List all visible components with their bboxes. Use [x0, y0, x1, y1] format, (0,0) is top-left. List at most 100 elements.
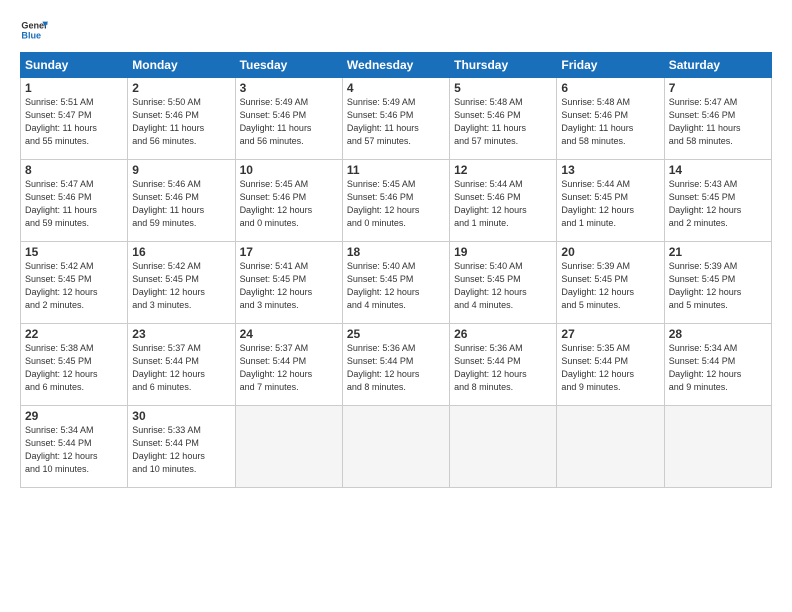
day-cell: 27Sunrise: 5:35 AM Sunset: 5:44 PM Dayli…	[557, 324, 664, 406]
day-info: Sunrise: 5:35 AM Sunset: 5:44 PM Dayligh…	[561, 342, 659, 394]
day-number: 26	[454, 327, 552, 341]
day-info: Sunrise: 5:39 AM Sunset: 5:45 PM Dayligh…	[561, 260, 659, 312]
day-info: Sunrise: 5:38 AM Sunset: 5:45 PM Dayligh…	[25, 342, 123, 394]
day-info: Sunrise: 5:37 AM Sunset: 5:44 PM Dayligh…	[240, 342, 338, 394]
day-number: 14	[669, 163, 767, 177]
day-info: Sunrise: 5:46 AM Sunset: 5:46 PM Dayligh…	[132, 178, 230, 230]
day-number: 6	[561, 81, 659, 95]
day-cell: 13Sunrise: 5:44 AM Sunset: 5:45 PM Dayli…	[557, 160, 664, 242]
day-number: 8	[25, 163, 123, 177]
day-info: Sunrise: 5:47 AM Sunset: 5:46 PM Dayligh…	[669, 96, 767, 148]
header: General Blue	[20, 16, 772, 44]
day-cell: 14Sunrise: 5:43 AM Sunset: 5:45 PM Dayli…	[664, 160, 771, 242]
day-number: 30	[132, 409, 230, 423]
day-cell: 28Sunrise: 5:34 AM Sunset: 5:44 PM Dayli…	[664, 324, 771, 406]
col-header-monday: Monday	[128, 53, 235, 78]
day-cell: 29Sunrise: 5:34 AM Sunset: 5:44 PM Dayli…	[21, 406, 128, 488]
day-info: Sunrise: 5:42 AM Sunset: 5:45 PM Dayligh…	[132, 260, 230, 312]
day-info: Sunrise: 5:45 AM Sunset: 5:46 PM Dayligh…	[347, 178, 445, 230]
col-header-wednesday: Wednesday	[342, 53, 449, 78]
day-cell: 9Sunrise: 5:46 AM Sunset: 5:46 PM Daylig…	[128, 160, 235, 242]
day-number: 17	[240, 245, 338, 259]
day-cell: 11Sunrise: 5:45 AM Sunset: 5:46 PM Dayli…	[342, 160, 449, 242]
day-number: 10	[240, 163, 338, 177]
day-cell: 3Sunrise: 5:49 AM Sunset: 5:46 PM Daylig…	[235, 78, 342, 160]
day-number: 12	[454, 163, 552, 177]
day-info: Sunrise: 5:36 AM Sunset: 5:44 PM Dayligh…	[347, 342, 445, 394]
day-cell: 23Sunrise: 5:37 AM Sunset: 5:44 PM Dayli…	[128, 324, 235, 406]
day-number: 25	[347, 327, 445, 341]
day-info: Sunrise: 5:49 AM Sunset: 5:46 PM Dayligh…	[347, 96, 445, 148]
week-row-4: 29Sunrise: 5:34 AM Sunset: 5:44 PM Dayli…	[21, 406, 772, 488]
day-number: 23	[132, 327, 230, 341]
day-number: 20	[561, 245, 659, 259]
header-row: SundayMondayTuesdayWednesdayThursdayFrid…	[21, 53, 772, 78]
day-cell: 21Sunrise: 5:39 AM Sunset: 5:45 PM Dayli…	[664, 242, 771, 324]
day-number: 2	[132, 81, 230, 95]
day-cell: 30Sunrise: 5:33 AM Sunset: 5:44 PM Dayli…	[128, 406, 235, 488]
day-info: Sunrise: 5:34 AM Sunset: 5:44 PM Dayligh…	[25, 424, 123, 476]
day-info: Sunrise: 5:40 AM Sunset: 5:45 PM Dayligh…	[454, 260, 552, 312]
page: General Blue SundayMondayTuesdayWednesda…	[0, 0, 792, 612]
day-cell: 26Sunrise: 5:36 AM Sunset: 5:44 PM Dayli…	[450, 324, 557, 406]
day-cell: 16Sunrise: 5:42 AM Sunset: 5:45 PM Dayli…	[128, 242, 235, 324]
day-number: 24	[240, 327, 338, 341]
day-cell: 1Sunrise: 5:51 AM Sunset: 5:47 PM Daylig…	[21, 78, 128, 160]
logo: General Blue	[20, 16, 48, 44]
day-info: Sunrise: 5:44 AM Sunset: 5:45 PM Dayligh…	[561, 178, 659, 230]
logo-icon: General Blue	[20, 16, 48, 44]
day-number: 28	[669, 327, 767, 341]
day-info: Sunrise: 5:43 AM Sunset: 5:45 PM Dayligh…	[669, 178, 767, 230]
day-cell: 19Sunrise: 5:40 AM Sunset: 5:45 PM Dayli…	[450, 242, 557, 324]
day-cell	[664, 406, 771, 488]
day-number: 1	[25, 81, 123, 95]
day-info: Sunrise: 5:44 AM Sunset: 5:46 PM Dayligh…	[454, 178, 552, 230]
day-cell: 15Sunrise: 5:42 AM Sunset: 5:45 PM Dayli…	[21, 242, 128, 324]
day-cell: 12Sunrise: 5:44 AM Sunset: 5:46 PM Dayli…	[450, 160, 557, 242]
day-number: 22	[25, 327, 123, 341]
day-cell: 10Sunrise: 5:45 AM Sunset: 5:46 PM Dayli…	[235, 160, 342, 242]
svg-text:Blue: Blue	[21, 30, 41, 40]
day-info: Sunrise: 5:39 AM Sunset: 5:45 PM Dayligh…	[669, 260, 767, 312]
day-number: 18	[347, 245, 445, 259]
day-info: Sunrise: 5:37 AM Sunset: 5:44 PM Dayligh…	[132, 342, 230, 394]
day-info: Sunrise: 5:47 AM Sunset: 5:46 PM Dayligh…	[25, 178, 123, 230]
day-cell	[342, 406, 449, 488]
day-info: Sunrise: 5:42 AM Sunset: 5:45 PM Dayligh…	[25, 260, 123, 312]
day-info: Sunrise: 5:34 AM Sunset: 5:44 PM Dayligh…	[669, 342, 767, 394]
day-cell: 8Sunrise: 5:47 AM Sunset: 5:46 PM Daylig…	[21, 160, 128, 242]
day-number: 11	[347, 163, 445, 177]
day-info: Sunrise: 5:40 AM Sunset: 5:45 PM Dayligh…	[347, 260, 445, 312]
day-number: 29	[25, 409, 123, 423]
day-info: Sunrise: 5:36 AM Sunset: 5:44 PM Dayligh…	[454, 342, 552, 394]
day-info: Sunrise: 5:45 AM Sunset: 5:46 PM Dayligh…	[240, 178, 338, 230]
day-number: 15	[25, 245, 123, 259]
day-number: 19	[454, 245, 552, 259]
col-header-saturday: Saturday	[664, 53, 771, 78]
day-cell	[557, 406, 664, 488]
day-cell: 22Sunrise: 5:38 AM Sunset: 5:45 PM Dayli…	[21, 324, 128, 406]
day-cell: 2Sunrise: 5:50 AM Sunset: 5:46 PM Daylig…	[128, 78, 235, 160]
day-number: 5	[454, 81, 552, 95]
col-header-tuesday: Tuesday	[235, 53, 342, 78]
day-info: Sunrise: 5:48 AM Sunset: 5:46 PM Dayligh…	[561, 96, 659, 148]
week-row-3: 22Sunrise: 5:38 AM Sunset: 5:45 PM Dayli…	[21, 324, 772, 406]
day-info: Sunrise: 5:41 AM Sunset: 5:45 PM Dayligh…	[240, 260, 338, 312]
day-cell: 7Sunrise: 5:47 AM Sunset: 5:46 PM Daylig…	[664, 78, 771, 160]
day-info: Sunrise: 5:33 AM Sunset: 5:44 PM Dayligh…	[132, 424, 230, 476]
day-cell: 17Sunrise: 5:41 AM Sunset: 5:45 PM Dayli…	[235, 242, 342, 324]
col-header-thursday: Thursday	[450, 53, 557, 78]
calendar: SundayMondayTuesdayWednesdayThursdayFrid…	[20, 52, 772, 488]
day-number: 3	[240, 81, 338, 95]
day-number: 9	[132, 163, 230, 177]
day-number: 7	[669, 81, 767, 95]
day-cell	[235, 406, 342, 488]
day-cell: 18Sunrise: 5:40 AM Sunset: 5:45 PM Dayli…	[342, 242, 449, 324]
day-number: 27	[561, 327, 659, 341]
day-cell: 6Sunrise: 5:48 AM Sunset: 5:46 PM Daylig…	[557, 78, 664, 160]
day-number: 13	[561, 163, 659, 177]
day-cell: 25Sunrise: 5:36 AM Sunset: 5:44 PM Dayli…	[342, 324, 449, 406]
day-cell	[450, 406, 557, 488]
day-number: 16	[132, 245, 230, 259]
day-cell: 4Sunrise: 5:49 AM Sunset: 5:46 PM Daylig…	[342, 78, 449, 160]
